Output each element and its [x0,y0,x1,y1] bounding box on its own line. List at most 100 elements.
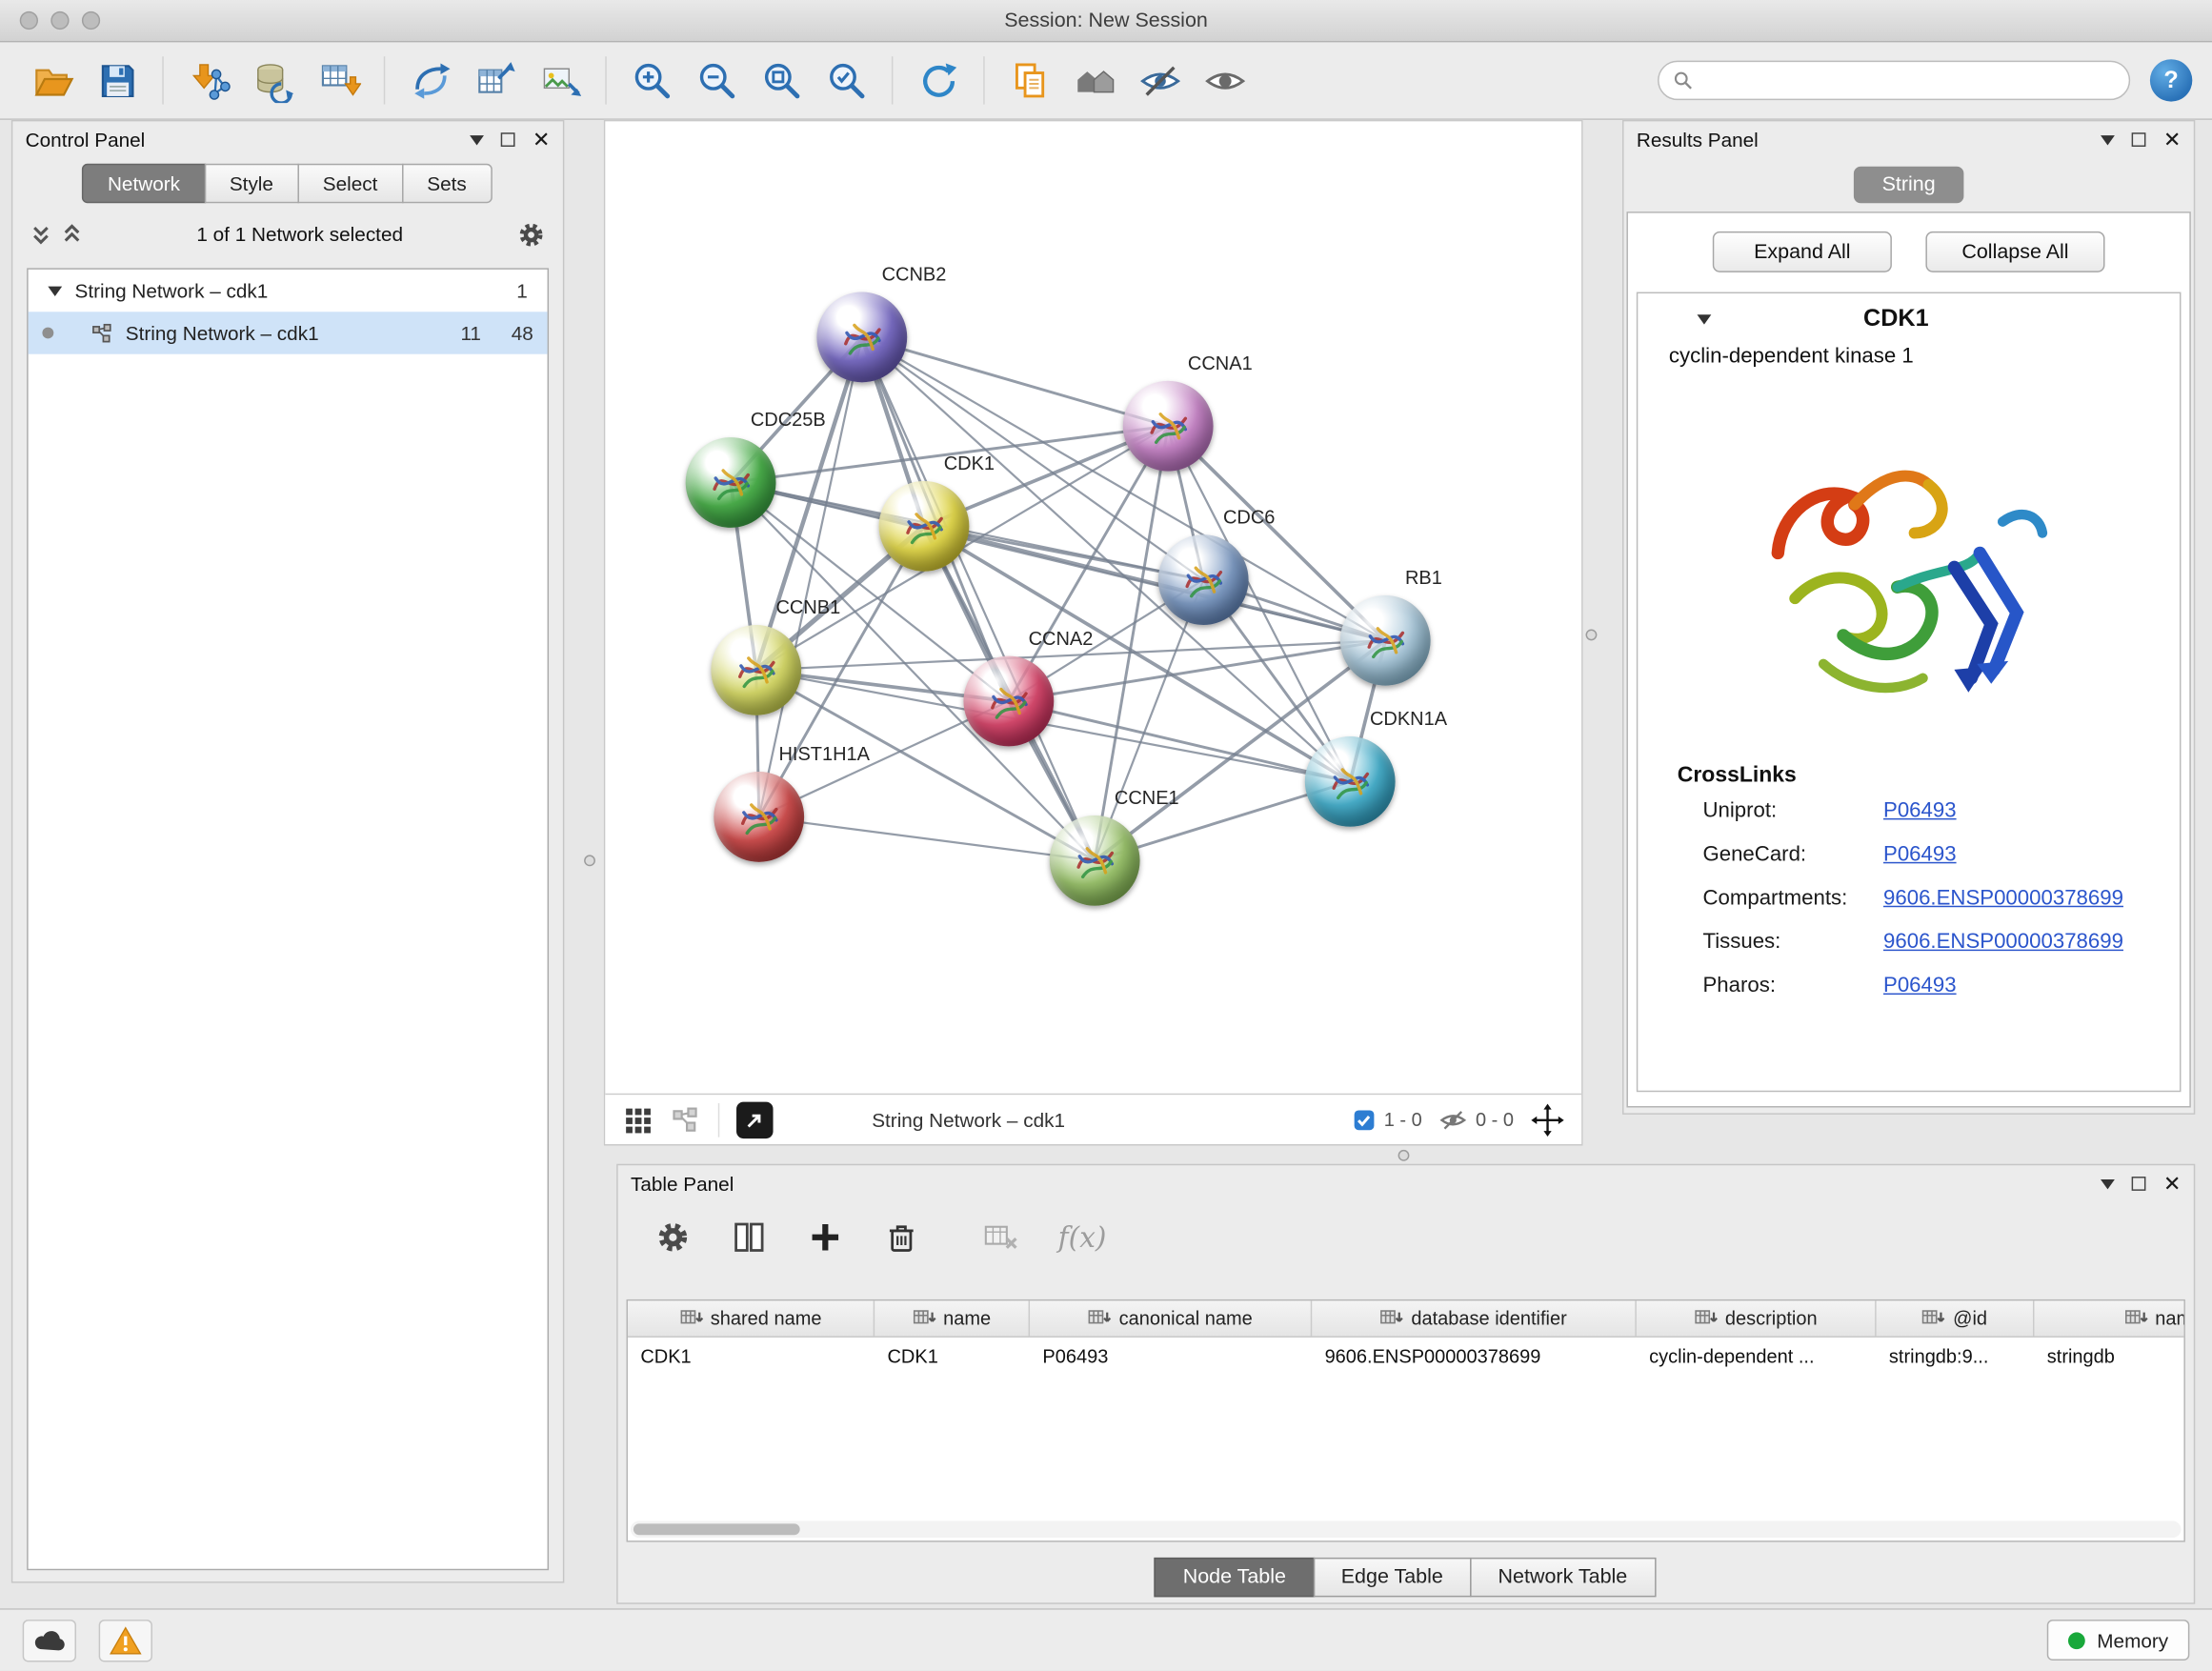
copy-button[interactable] [997,50,1062,111]
network-edge-ccnb2-ccnb1[interactable] [756,337,862,670]
warnings-button[interactable] [99,1619,152,1661]
network-node-ccnb1[interactable] [711,625,801,715]
column-sort-icon[interactable] [2124,1308,2148,1329]
column-header-id[interactable]: @id [1877,1300,2035,1336]
splitter-handle-left[interactable] [584,855,595,866]
network-edge-ccnb2-ccna1[interactable] [862,337,1168,426]
show-selection-button[interactable] [1192,50,1257,111]
splitter-handle-bottom[interactable] [1398,1150,1410,1161]
panel-float-button[interactable] [2132,132,2146,147]
column-sort-icon[interactable] [913,1308,936,1329]
zoom-in-button[interactable] [619,50,684,111]
crosslink-link[interactable]: P06493 [1883,842,1957,866]
column-header-canonical-name[interactable]: canonical name [1030,1300,1312,1336]
table-row[interactable]: CDK1CDK1P064939606.ENSP00000378699cyclin… [628,1338,2183,1375]
network-node-cdkn1a[interactable] [1305,736,1396,827]
table-tab-edge-table[interactable]: Edge Table [1313,1558,1471,1597]
search-input[interactable] [1702,70,2114,91]
network-canvas[interactable]: CCNB2CCNA1CDC25BCDK1CDC6RB1CCNB1CCNA2CDK… [605,121,1581,1093]
network-node-ccne1[interactable] [1050,815,1140,906]
crosslink-link[interactable]: P06493 [1883,974,1957,997]
results-tab-string[interactable]: String [1854,167,1964,204]
save-session-button[interactable] [85,50,150,111]
column-header-namespace[interactable]: namespace [2034,1300,2184,1336]
collapse-all-tree-button[interactable] [61,223,84,246]
hidden-eye-slash-icon[interactable] [1438,1105,1467,1134]
table-cell[interactable]: CDK1 [875,1338,1030,1375]
home-button[interactable] [1062,50,1127,111]
expand-all-tree-button[interactable] [30,223,52,246]
column-header-shared-name[interactable]: shared name [628,1300,875,1336]
memory-button[interactable]: Memory [2047,1620,2189,1661]
cloud-status-button[interactable] [23,1619,76,1661]
control-panel-tab-network[interactable]: Network [82,164,205,203]
network-node-hist1h1a[interactable] [714,772,804,862]
column-sort-icon[interactable] [679,1308,703,1329]
refresh-button[interactable] [906,50,971,111]
grid-view-icon[interactable] [622,1104,654,1136]
table-tab-node-table[interactable]: Node Table [1155,1558,1315,1597]
column-sort-icon[interactable] [1694,1308,1718,1329]
pan-crosshair-icon[interactable] [1531,1102,1565,1137]
network-node-cdc25b[interactable] [686,437,776,528]
network-collection-row[interactable]: String Network – cdk1 1 [29,270,548,312]
column-sort-icon[interactable] [1380,1308,1404,1329]
panel-close-button[interactable]: ✕ [533,130,551,151]
table-cell[interactable]: 9606.ENSP00000378699 [1312,1338,1637,1375]
panel-menu-icon[interactable] [2101,134,2116,144]
table-cell[interactable]: P06493 [1030,1338,1312,1375]
panel-close-button[interactable]: ✕ [2163,130,2182,151]
export-table-button[interactable] [463,50,528,111]
network-node-ccna2[interactable] [963,656,1054,747]
control-panel-tab-style[interactable]: Style [204,164,298,203]
hide-selection-button[interactable] [1127,50,1192,111]
import-network-button[interactable] [176,50,241,111]
tree-expander-icon[interactable] [48,286,62,295]
network-node-cdc6[interactable] [1158,534,1249,625]
table-cell[interactable]: stringdb:9... [1877,1338,2035,1375]
column-header-description[interactable]: description [1637,1300,1877,1336]
add-column-icon[interactable] [807,1218,844,1256]
table-cell[interactable]: CDK1 [628,1338,875,1375]
panel-menu-icon[interactable] [2101,1178,2116,1188]
table-cell[interactable]: stringdb [2034,1338,2184,1375]
import-network-from-database-button[interactable] [241,50,306,111]
panel-close-button[interactable]: ✕ [2163,1173,2182,1194]
panel-float-button[interactable] [501,132,515,147]
zoom-selected-button[interactable] [814,50,878,111]
collapse-all-button[interactable]: Collapse All [1925,232,2104,272]
column-header-name[interactable]: name [875,1300,1030,1336]
crosslink-link[interactable]: P06493 [1883,798,1957,822]
open-session-button[interactable] [20,50,85,111]
network-node-ccna1[interactable] [1123,381,1214,472]
new-network-button[interactable] [398,50,463,111]
network-options-gear-icon[interactable] [516,219,546,249]
help-button[interactable]: ? [2150,59,2192,101]
birds-eye-view-button[interactable] [736,1101,774,1138]
network-edge-cdk1-rb1[interactable] [924,526,1385,640]
network-node-cdk1[interactable] [879,481,970,572]
show-columns-icon[interactable] [731,1218,768,1256]
scrollbar-thumb[interactable] [633,1523,800,1535]
column-sort-icon[interactable] [1922,1308,1946,1329]
delete-table-icon[interactable] [982,1218,1019,1256]
zoom-out-button[interactable] [684,50,749,111]
export-image-button[interactable] [528,50,593,111]
network-edge-ccnb2-ccne1[interactable] [862,337,1095,860]
function-builder-button[interactable]: f(x) [1058,1220,1107,1255]
crosslink-link[interactable]: 9606.ENSP00000378699 [1883,930,2123,954]
table-settings-gear-icon[interactable] [654,1218,692,1256]
selected-checkbox-icon[interactable] [1353,1108,1376,1131]
expand-all-button[interactable]: Expand All [1713,232,1892,272]
network-overview-icon[interactable] [670,1104,701,1136]
horizontal-scrollbar[interactable] [631,1520,2182,1538]
panel-float-button[interactable] [2132,1177,2146,1191]
column-header-database-identifier[interactable]: database identifier [1312,1300,1637,1336]
crosslink-link[interactable]: 9606.ENSP00000378699 [1883,886,2123,910]
table-cell[interactable]: cyclin-dependent ... [1637,1338,1877,1375]
network-node-ccnb2[interactable] [816,292,907,383]
network-row-selected[interactable]: String Network – cdk1 11 48 [29,312,548,353]
control-panel-tab-sets[interactable]: Sets [402,164,493,203]
delete-column-trash-icon[interactable] [883,1218,920,1256]
protein-entry-header[interactable]: CDK1 [1638,293,2180,344]
